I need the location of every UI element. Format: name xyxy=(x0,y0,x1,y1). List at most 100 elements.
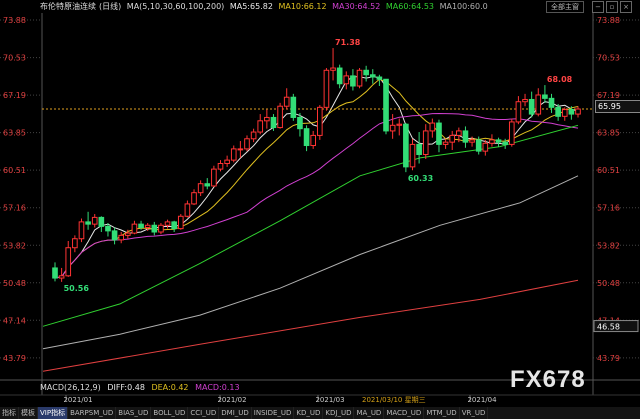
restore-icon[interactable]: ▫ xyxy=(606,1,618,13)
indicator-tabs: 指标 模板 VIP指标 BARPSM_UD BIAS_UD BOLL_UD CCI_UD DM… xyxy=(0,407,640,419)
y-tick-label-left: 63.85 xyxy=(3,129,26,138)
period-label[interactable]: (日线) xyxy=(99,2,121,11)
candle-body xyxy=(535,94,542,115)
candle-body xyxy=(283,96,290,107)
candle-body xyxy=(270,116,277,129)
candle-body xyxy=(422,130,429,156)
candle-body xyxy=(330,67,336,71)
ma100-value: MA100:60.0 xyxy=(439,2,488,11)
close-icon[interactable]: × xyxy=(620,1,632,13)
y-tick-label-left: 57.16 xyxy=(3,204,26,213)
candle-body xyxy=(336,67,343,85)
candle-body xyxy=(118,234,125,241)
ma-params: MA(5,10,30,60,100,200) xyxy=(126,2,225,11)
candle-body xyxy=(475,139,482,152)
candle xyxy=(356,68,363,89)
candle-body xyxy=(489,139,495,144)
candle-body xyxy=(171,221,177,230)
candle-body xyxy=(257,120,264,133)
candle-body xyxy=(310,134,317,147)
candle-body xyxy=(224,159,230,164)
candle-body xyxy=(290,96,297,118)
tab--[interactable]: 指标 xyxy=(0,407,19,419)
tab-dmi-ud[interactable]: DMI_UD xyxy=(219,407,252,419)
ma200-value-label: 46.58 xyxy=(597,323,620,332)
window-controls: − ▫ × xyxy=(592,1,632,13)
y-tick-label-right: 53.82 xyxy=(597,241,620,250)
candle-body xyxy=(555,106,561,117)
price-chart: 73.88 70.53 67.19 63.85 60.51 57.16 53.82 50.48… xyxy=(0,0,640,419)
tab-boll-ud[interactable]: BOLL_UD xyxy=(151,407,189,419)
candle-body xyxy=(297,116,303,130)
cursor-date-label: 2021/03/10 星期三 xyxy=(362,396,426,404)
candle-body xyxy=(522,98,528,103)
minimize-icon[interactable]: − xyxy=(592,1,604,13)
y-tick-label-right: 67.19 xyxy=(597,91,620,100)
tab-barpsm-ud[interactable]: BARPSM_UD xyxy=(68,407,117,419)
candle-body xyxy=(217,162,224,170)
tab-cci-ud[interactable]: CCI_UD xyxy=(188,407,220,419)
candle-body xyxy=(363,69,369,76)
y-tick-label-left: 70.53 xyxy=(3,54,26,63)
candle xyxy=(403,123,409,173)
candle-body xyxy=(456,130,462,136)
y-tick-label-right: 50.48 xyxy=(597,279,620,288)
ma60-value: MA60:64.53 xyxy=(385,2,435,11)
y-tick-label-right: 73.88 xyxy=(597,16,620,25)
candle-body xyxy=(403,123,409,168)
candle-body xyxy=(250,131,257,140)
tab-kd-ud[interactable]: KD_UD xyxy=(294,407,324,419)
candle-body xyxy=(502,141,508,145)
y-tick-label-left: 50.48 xyxy=(3,279,26,288)
macd-dea: DEA:0.42 xyxy=(151,383,189,392)
candle-body xyxy=(237,148,244,151)
candle-body xyxy=(91,216,98,225)
candle-body xyxy=(105,225,111,232)
candle-body xyxy=(144,224,151,229)
ma30-value: MA30:64.52 xyxy=(332,2,381,11)
candle-body xyxy=(211,168,217,187)
candle-body xyxy=(72,238,78,249)
candle-body xyxy=(356,69,363,87)
candle-body xyxy=(343,75,350,85)
candle xyxy=(177,214,184,230)
candle-body xyxy=(277,105,283,129)
tab-kdj-ud[interactable]: KDJ_UD xyxy=(323,407,355,419)
y-tick-label-left: 53.82 xyxy=(3,241,26,250)
symbol-title: 布伦特原油连续 xyxy=(40,2,96,11)
fx678-watermark: FX678 xyxy=(510,366,586,393)
y-tick-label-right: 43.79 xyxy=(597,354,620,363)
candle-body xyxy=(125,232,131,236)
tab-vip-[interactable]: VIP指标 xyxy=(38,407,69,419)
macd-diff: DIFF:0.48 xyxy=(107,383,145,392)
main-window-mode-button[interactable]: 全部主窗 xyxy=(546,1,584,13)
tab-bias-ud[interactable]: BIAS_UD xyxy=(116,407,152,419)
tab--[interactable]: 模板 xyxy=(19,407,38,419)
candle-body xyxy=(111,230,118,241)
chart-grid xyxy=(0,0,640,419)
x-tick-label: 2021/03 xyxy=(315,396,344,404)
tab-inside-ud[interactable]: INSIDE_UD xyxy=(252,407,295,419)
candle-body xyxy=(383,78,389,132)
candle-body xyxy=(52,267,58,279)
candle xyxy=(277,102,283,129)
y-tick-label-right: 70.53 xyxy=(597,54,620,63)
y-tick-label-left: 47.14 xyxy=(3,316,26,325)
tab-vr-ud[interactable]: VR_UD xyxy=(460,407,489,419)
candle-body xyxy=(350,75,356,87)
tab-macd-ud[interactable]: MACD_UD xyxy=(384,407,425,419)
tab-ma-ud[interactable]: MA_UD xyxy=(354,407,385,419)
candle-body xyxy=(131,223,138,234)
y-tick-label-right: 57.16 xyxy=(597,204,620,213)
extreme-price-label: 60.33 xyxy=(408,174,433,183)
y-tick-label-left: 67.19 xyxy=(3,91,26,100)
candle xyxy=(211,165,217,188)
candle-body xyxy=(369,74,376,78)
candle-body xyxy=(85,221,91,225)
candle xyxy=(508,118,515,147)
candle-body xyxy=(416,143,422,156)
extreme-price-label: 50.56 xyxy=(64,284,90,293)
candle-body xyxy=(482,142,489,152)
candle-body xyxy=(469,139,475,143)
tab-mtm-ud[interactable]: MTM_UD xyxy=(424,407,460,419)
